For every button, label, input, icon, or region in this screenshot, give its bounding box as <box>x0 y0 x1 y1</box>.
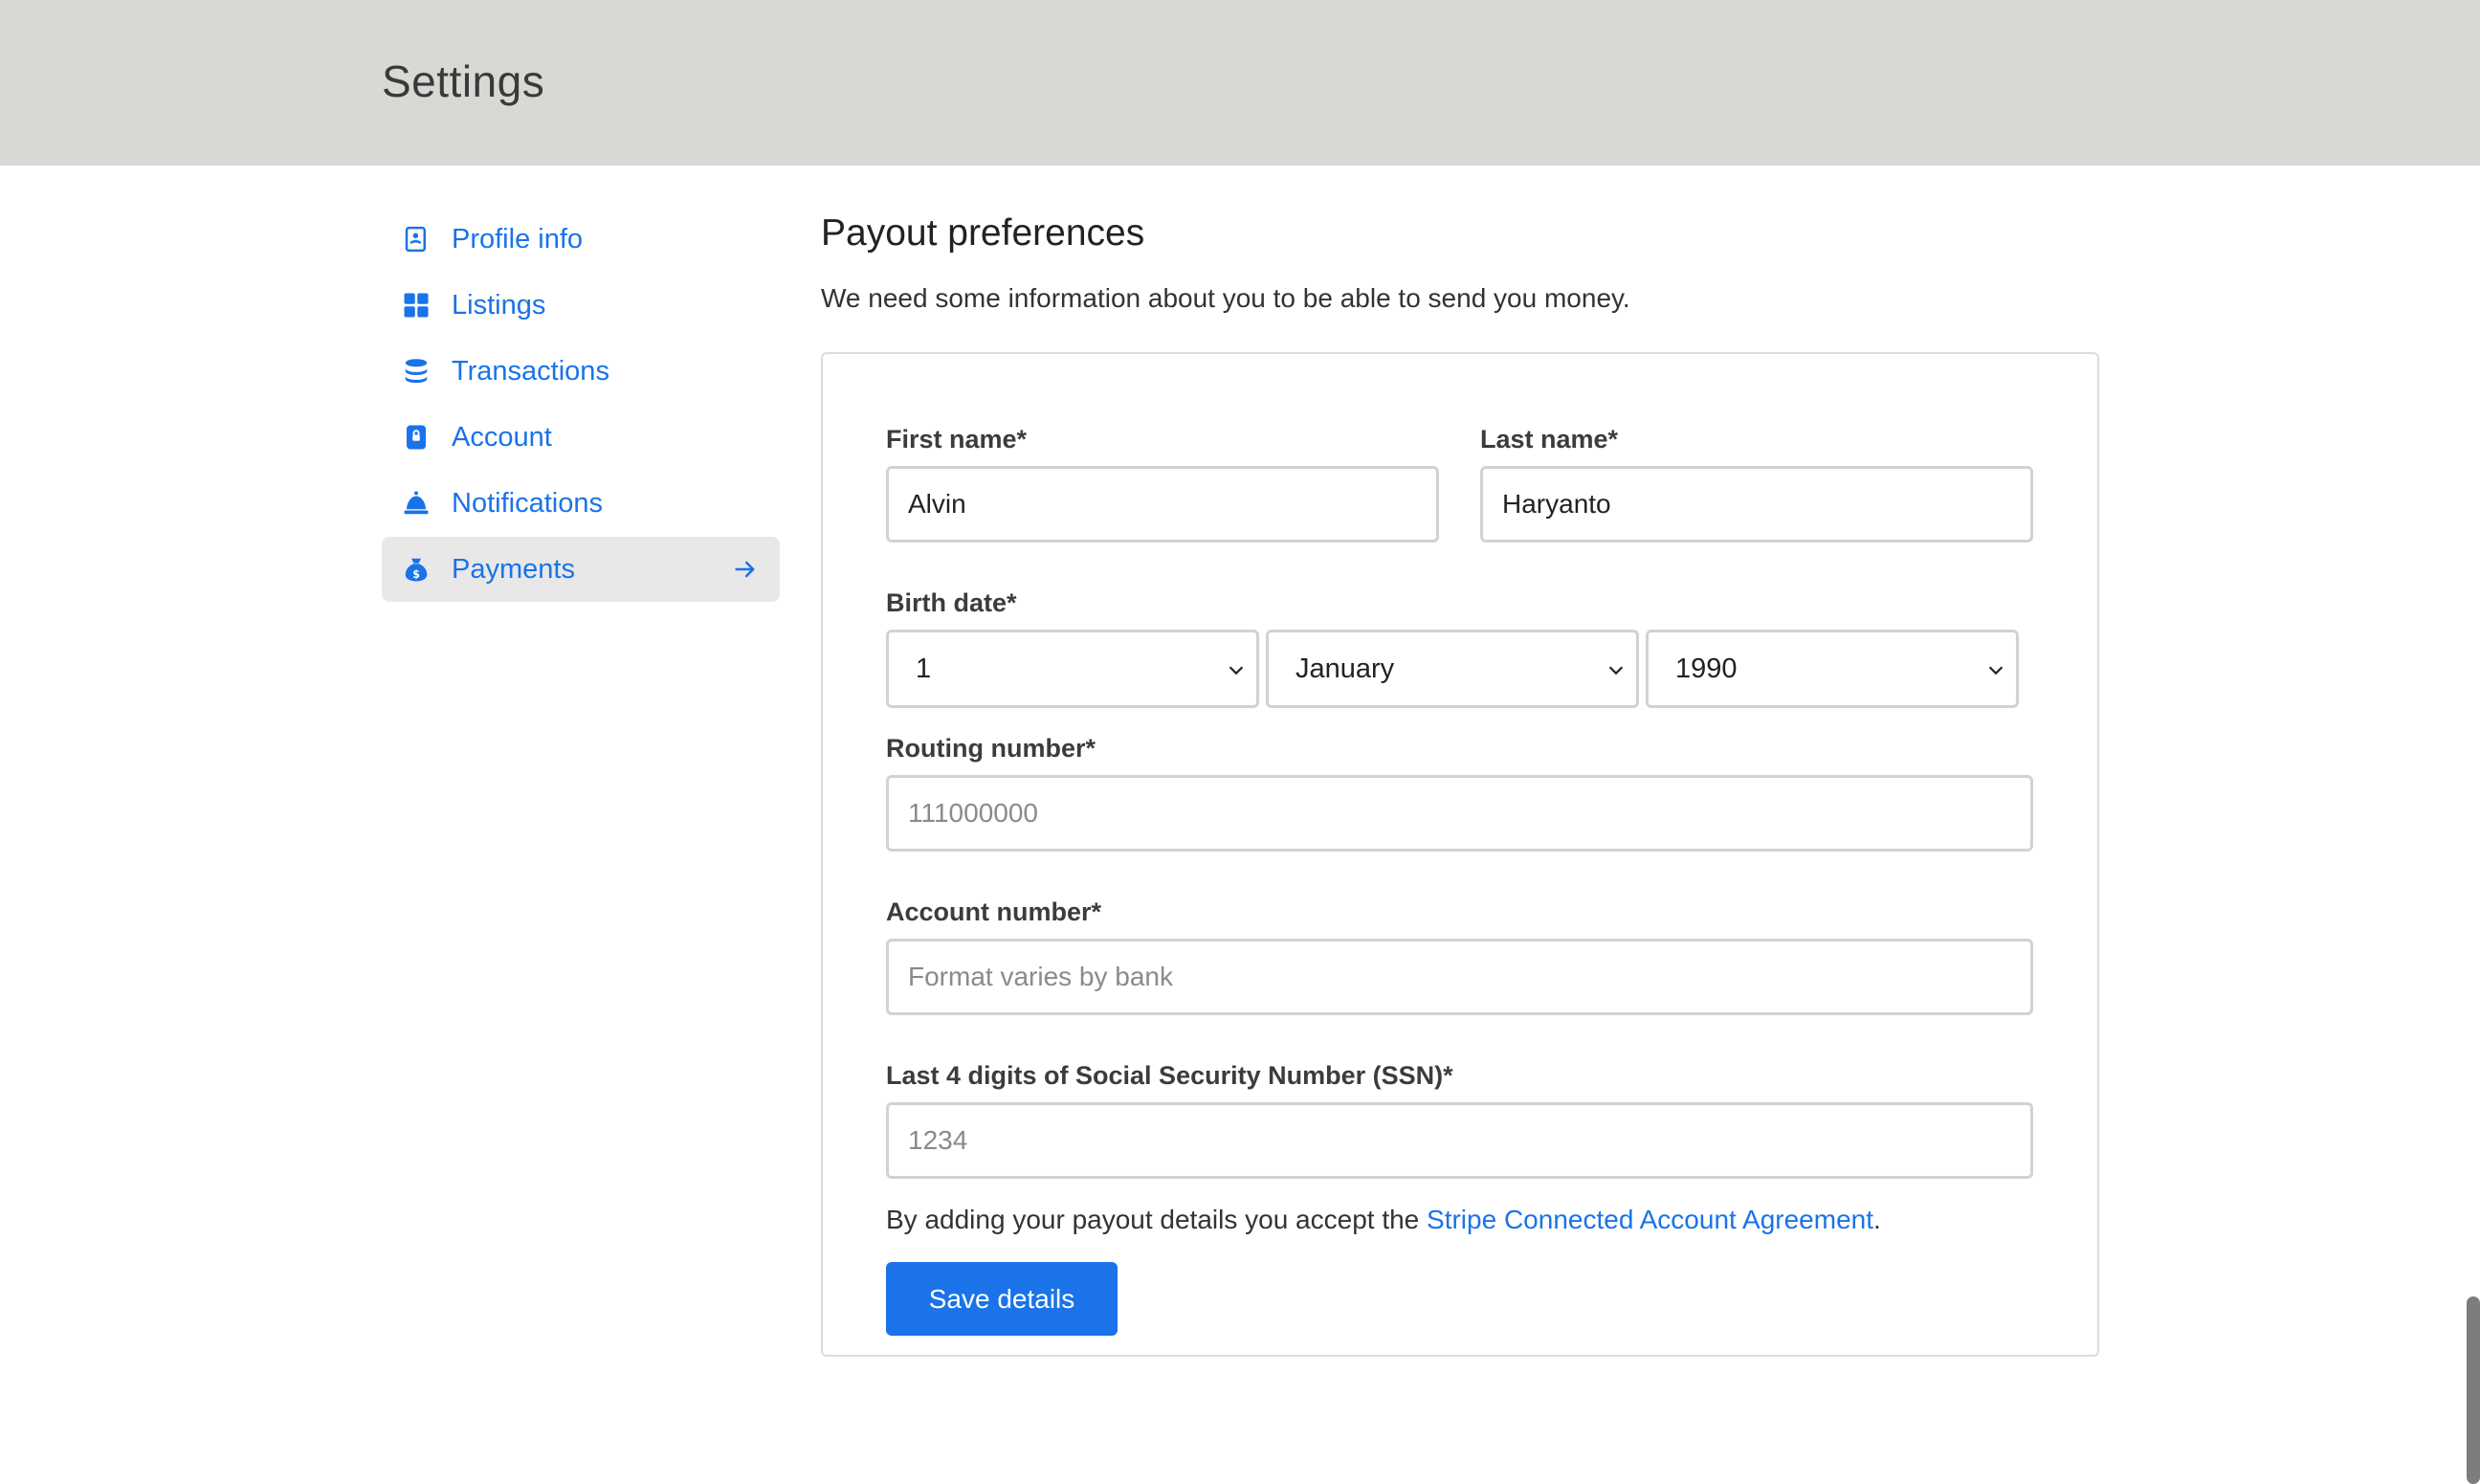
lock-icon <box>402 423 431 452</box>
sidebar-item-account[interactable]: Account <box>382 405 780 470</box>
settings-sidebar: Profile info Listings Transactions Accou… <box>382 207 780 603</box>
agreement-suffix: . <box>1873 1205 1881 1234</box>
page-title: Settings <box>382 56 545 106</box>
routing-number-label: Routing number* <box>886 734 1096 763</box>
sidebar-item-label: Payments <box>452 553 575 585</box>
birth-date-label: Birth date* <box>886 588 1017 617</box>
profile-card-icon <box>402 225 431 254</box>
sidebar-item-label: Notifications <box>452 487 603 519</box>
birth-day-value: 1 <box>916 653 932 684</box>
account-number-label: Account number* <box>886 897 1102 926</box>
sidebar-item-payments[interactable]: $ Payments <box>382 537 780 602</box>
first-name-field[interactable] <box>886 466 1439 543</box>
chevron-down-icon <box>1988 666 2004 676</box>
birth-month-select[interactable]: January <box>1266 630 1639 708</box>
sidebar-item-notifications[interactable]: Notifications <box>382 471 780 536</box>
birth-year-select[interactable]: 1990 <box>1646 630 2019 708</box>
payout-section: Payout preferences We need some informat… <box>821 212 2099 314</box>
birth-day-select[interactable]: 1 <box>886 630 1259 708</box>
scrollbar-thumb[interactable] <box>2467 1296 2480 1484</box>
first-name-label: First name* <box>886 425 1028 454</box>
svg-text:$: $ <box>412 568 420 581</box>
payout-form: First name* Last name* Birth date* 1 Jan… <box>821 352 2099 1357</box>
page-header: Settings <box>0 0 2480 166</box>
stripe-agreement-link[interactable]: Stripe Connected Account Agreement <box>1427 1205 1873 1234</box>
chevron-down-icon <box>1608 666 1624 676</box>
routing-number-field[interactable] <box>886 775 2033 852</box>
ssn-label: Last 4 digits of Social Security Number … <box>886 1061 1453 1090</box>
sidebar-item-label: Listings <box>452 289 546 321</box>
section-title: Payout preferences <box>821 212 1145 254</box>
save-details-button[interactable]: Save details <box>886 1262 1118 1336</box>
sidebar-item-label: Account <box>452 421 552 453</box>
sidebar-item-transactions[interactable]: Transactions <box>382 339 780 404</box>
account-number-field[interactable] <box>886 939 2033 1015</box>
sidebar-item-label: Profile info <box>452 223 584 255</box>
sidebar-item-profile-info[interactable]: Profile info <box>382 207 780 272</box>
sidebar-item-label: Transactions <box>452 355 609 387</box>
money-bag-icon: $ <box>402 555 431 584</box>
last-name-label: Last name* <box>1480 425 1619 454</box>
ssn-field[interactable] <box>886 1102 2033 1179</box>
grid-icon <box>402 291 431 320</box>
last-name-field[interactable] <box>1480 466 2033 543</box>
arrow-right-icon <box>735 561 755 578</box>
agreement-prefix: By adding your payout details you accept… <box>886 1205 1428 1234</box>
sidebar-item-listings[interactable]: Listings <box>382 273 780 338</box>
bell-icon <box>402 489 431 518</box>
agreement-text: By adding your payout details you accept… <box>886 1205 1881 1235</box>
birth-year-value: 1990 <box>1675 653 1738 684</box>
birth-month-value: January <box>1295 653 1395 684</box>
coin-stack-icon <box>402 357 431 386</box>
section-intro: We need some information about you to be… <box>821 283 1630 313</box>
chevron-down-icon <box>1229 666 1244 676</box>
